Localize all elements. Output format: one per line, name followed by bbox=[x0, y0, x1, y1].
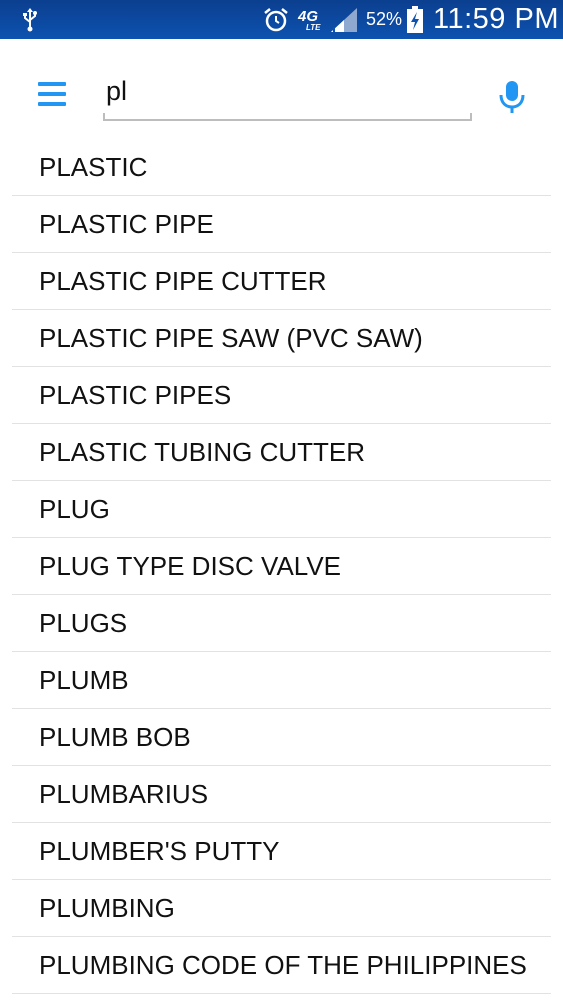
list-item[interactable]: PLASTIC PIPE SAW (PVC SAW) bbox=[12, 310, 551, 367]
search-field[interactable] bbox=[103, 67, 472, 121]
results-list: PLASTIC PLASTIC PIPE PLASTIC PIPE CUTTER PL… bbox=[12, 139, 551, 994]
list-item[interactable]: PLASTIC PIPES bbox=[12, 367, 551, 424]
list-item[interactable]: PLASTIC bbox=[12, 139, 551, 196]
battery-charging-icon bbox=[407, 6, 423, 33]
battery-percent: 52% bbox=[366, 9, 403, 29]
status-bar: 4G LTE 52% 11:59 PM bbox=[0, 0, 563, 39]
list-item[interactable]: PLUMBING bbox=[12, 880, 551, 937]
status-time: 11:59 PM bbox=[433, 3, 559, 35]
list-item[interactable]: PLUMB BOB bbox=[12, 709, 551, 766]
list-item[interactable]: PLUMBING CODE OF THE PHILIPPINES bbox=[12, 937, 551, 994]
list-item[interactable]: PLUGS bbox=[12, 595, 551, 652]
list-item[interactable]: PLUMB bbox=[12, 652, 551, 709]
list-item[interactable]: PLUMBARIUS bbox=[12, 766, 551, 823]
menu-bar-middle bbox=[38, 92, 66, 96]
menu-bar-bottom bbox=[38, 102, 66, 106]
search-input[interactable] bbox=[106, 73, 456, 109]
menu-icon[interactable] bbox=[36, 78, 68, 110]
mic-icon[interactable] bbox=[496, 79, 528, 115]
menu-bar-top bbox=[38, 82, 66, 86]
alarm-icon bbox=[264, 8, 288, 32]
list-item[interactable]: PLUMBER'S PUTTY bbox=[12, 823, 551, 880]
network-subtype-label: LTE bbox=[306, 23, 321, 32]
list-item[interactable]: PLUG bbox=[12, 481, 551, 538]
network-type-label: 4G bbox=[298, 8, 319, 25]
list-item[interactable]: PLASTIC PIPE bbox=[12, 196, 551, 253]
usb-icon bbox=[23, 8, 37, 32]
list-item[interactable]: PLUG TYPE DISC VALVE bbox=[12, 538, 551, 595]
list-item[interactable]: PLASTIC TUBING CUTTER bbox=[12, 424, 551, 481]
signal-icon bbox=[331, 8, 357, 32]
search-toolbar bbox=[0, 39, 563, 139]
list-item[interactable]: PLASTIC PIPE CUTTER bbox=[12, 253, 551, 310]
